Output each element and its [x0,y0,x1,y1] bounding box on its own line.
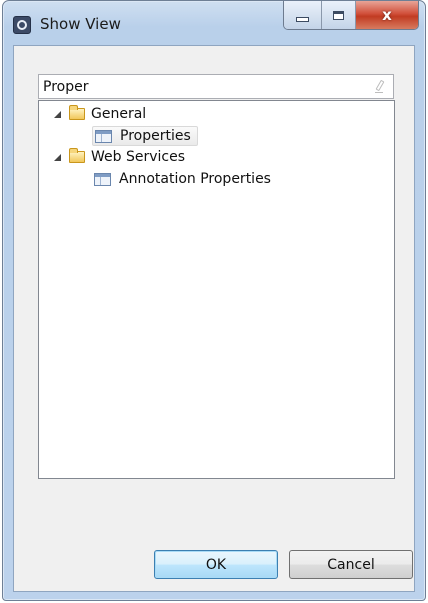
filter-input[interactable]: Proper [38,74,394,99]
ok-button[interactable]: OK [154,550,278,579]
view-icon [94,172,111,186]
tree-node-label: Web Services [91,149,186,165]
expand-arrow-icon[interactable] [54,153,61,161]
tree-node-label: Properties [120,128,191,144]
tree-node-label: General [91,106,147,122]
title-bar[interactable]: Show View x [3,1,425,47]
tree-node-web-services[interactable]: Web Services [54,147,185,167]
view-tree[interactable]: General Properties Web Services Annotati… [38,100,395,479]
tree-node-properties[interactable]: Properties [92,126,198,146]
folder-icon [69,148,85,163]
show-view-dialog: Show View x Proper General Properties We… [2,0,426,601]
close-button[interactable]: x [356,1,418,29]
cancel-button[interactable]: Cancel [289,550,413,579]
tree-node-annotation-properties[interactable]: Annotation Properties [94,169,271,189]
tree-node-general[interactable]: General [54,104,146,124]
view-icon [95,129,112,143]
folder-icon [69,105,85,120]
maximize-icon [333,10,344,20]
minimize-icon [296,16,309,22]
minimize-button[interactable] [284,1,322,29]
close-icon: x [382,6,392,24]
maximize-button[interactable] [322,1,356,29]
window-title: Show View [40,15,121,33]
dialog-content: Proper General Properties Web Services A… [13,45,415,592]
tree-node-label: Annotation Properties [119,171,271,187]
selected-row[interactable]: Properties [92,126,198,146]
clear-filter-icon[interactable] [373,80,387,94]
filter-input-value: Proper [43,78,89,95]
caption-buttons: x [283,1,419,30]
app-icon[interactable] [13,16,31,34]
expand-arrow-icon[interactable] [54,110,61,118]
